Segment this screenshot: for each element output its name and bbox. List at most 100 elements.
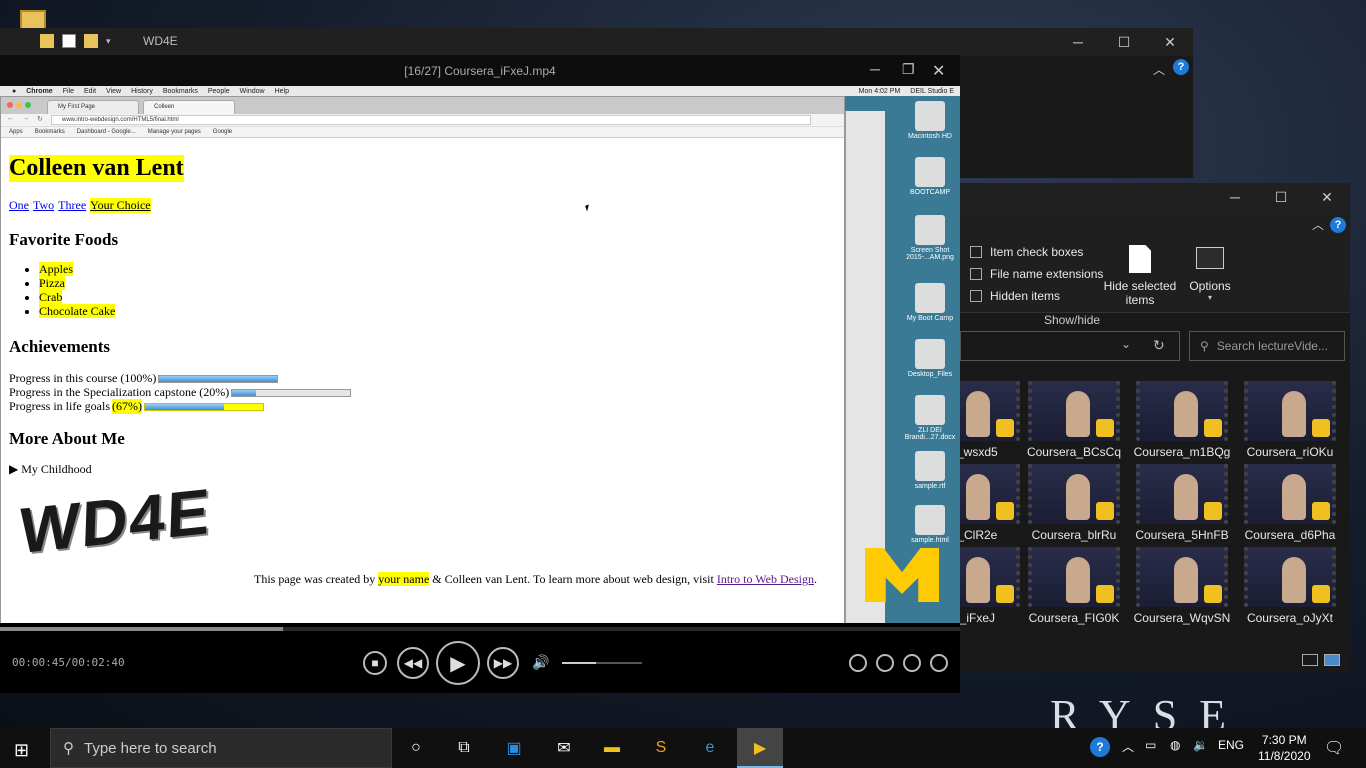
sublime-text-icon[interactable]: S (649, 736, 673, 760)
volume-tray-icon[interactable]: 🔉 (1193, 738, 1208, 752)
edge-icon[interactable]: e (698, 736, 722, 760)
properties-icon[interactable] (62, 34, 76, 48)
mac-desktop-icon: Macintosh HD (900, 101, 960, 140)
cortana-icon[interactable]: ○ (404, 736, 428, 760)
maximize-button[interactable]: ☐ (1101, 28, 1147, 56)
player-badge-icon (1204, 585, 1222, 603)
video-thumbnail[interactable]: Coursera_5HnFB (1132, 464, 1232, 542)
thumbnail-image (1028, 464, 1120, 524)
search-input[interactable]: ⚲ Search lectureVide... (1189, 331, 1345, 361)
taskbar-clock[interactable]: 7:30 PM 11/8/2020 (1258, 732, 1311, 764)
stop-button[interactable]: ■ (363, 651, 387, 675)
video-thumbnail[interactable]: Coursera_WqvSN (1132, 547, 1232, 625)
browser-tab: My First Page (47, 100, 139, 114)
mail-icon[interactable]: ✉ (552, 736, 576, 760)
menu-item: File (62, 87, 74, 95)
video-thumbnail[interactable]: Coursera_oJyXt (1240, 547, 1340, 625)
explorer-titlebar[interactable]: ▾ WD4E ─ ☐ ✕ (0, 28, 1193, 56)
forward-icon: → (22, 115, 29, 122)
video-thumbnail[interactable]: Coursera_riOKu (1240, 381, 1340, 459)
help-icon[interactable]: ? (1330, 217, 1346, 233)
capture-icon[interactable] (849, 654, 867, 672)
file-name-extensions-toggle[interactable]: File name extensions (970, 267, 1103, 281)
menu-item: Chrome (26, 87, 53, 95)
close-button[interactable]: ✕ (1304, 183, 1350, 211)
video-thumbnail[interactable]: Coursera_blrRu (1024, 464, 1124, 542)
hidden-items-toggle[interactable]: Hidden items (970, 289, 1060, 303)
nav-link-your-choice: Your Choice (90, 198, 151, 213)
footer-text: & Colleen van Lent. To learn more about … (429, 572, 717, 586)
video-thumbnail[interactable]: Coursera_BCsCq (1024, 381, 1124, 459)
seek-bar[interactable] (0, 627, 960, 631)
list-item: Chocolate Cake (39, 304, 116, 318)
details-view-icon[interactable] (1302, 654, 1318, 666)
address-bar[interactable] (960, 331, 1180, 361)
thumbnail-caption: Coursera_WqvSN (1133, 611, 1231, 625)
hide-selected-items-button[interactable]: Hide selected items (1100, 245, 1180, 307)
playlist-icon[interactable] (903, 654, 921, 672)
player-badge-icon (996, 419, 1014, 437)
notifications-icon[interactable]: 🗨 (1324, 738, 1344, 758)
new-folder-icon[interactable] (84, 34, 98, 48)
mac-desktop-icon: BOOTCAMP (900, 157, 960, 196)
fullscreen-icon[interactable] (930, 654, 948, 672)
minimize-button[interactable]: ─ (870, 61, 880, 77)
play-button[interactable]: ▶ (436, 641, 480, 685)
help-icon[interactable]: ? (1173, 59, 1189, 75)
folder-icon[interactable] (40, 34, 54, 48)
progress-bar (144, 402, 264, 411)
menu-item: History (131, 87, 153, 95)
task-view-icon[interactable]: ⧉ (452, 736, 476, 760)
progress-row: Progress in the Specialization capstone … (9, 385, 352, 400)
bookmark-item: Apps (9, 129, 23, 135)
show-hidden-icons[interactable]: ︿ (1122, 738, 1134, 755)
maximize-button[interactable]: ☐ (1258, 183, 1304, 211)
minimize-button[interactable]: ─ (1212, 183, 1258, 211)
language-indicator[interactable]: ENG (1218, 738, 1244, 752)
taskbar-search[interactable]: ⚲ Type here to search (50, 728, 392, 768)
restore-button[interactable]: ❐ (902, 61, 915, 78)
nav-link-three: Three (58, 198, 87, 212)
dropdown-icon[interactable]: ▾ (106, 36, 111, 47)
chrome-window: My First Page Colleen ← → ↻ www.intro-we… (0, 96, 845, 623)
volume-icon[interactable]: 🔊 (532, 654, 549, 671)
thumbnail-caption: Coursera_d6Pha (1244, 528, 1336, 542)
network-icon[interactable]: ◍ (1170, 738, 1180, 752)
settings-icon[interactable] (876, 654, 894, 672)
help-tray-icon[interactable]: ? (1090, 737, 1110, 757)
options-button[interactable]: Options ▾ (1184, 247, 1236, 302)
store-icon[interactable]: ▣ (502, 736, 526, 760)
minimize-button[interactable]: ─ (1055, 28, 1101, 56)
file-icon (915, 451, 945, 481)
file-icon (915, 339, 945, 369)
ribbon-collapse-icon[interactable]: ︿ (1312, 216, 1324, 233)
explorer-front-titlebar[interactable]: ─ ☐ ✕ (960, 183, 1350, 213)
ribbon-collapse-icon[interactable]: ︿ (1153, 61, 1165, 78)
url-bar: www.intro-webdesign.com/HTML5/final.html (51, 115, 811, 125)
close-button[interactable]: ✕ (932, 61, 945, 81)
fast-forward-button[interactable]: ▶▶ (487, 647, 519, 679)
checkbox[interactable] (970, 290, 982, 302)
chevron-down-icon[interactable]: ⌄ (1121, 337, 1131, 351)
video-thumbnail[interactable]: Coursera_FIG0K (1024, 547, 1124, 625)
search-placeholder: Search lectureVide... (1216, 339, 1328, 353)
windows-start-icon[interactable]: ⊞ (14, 740, 29, 761)
checkbox[interactable] (970, 246, 982, 258)
progress-highlight: (67%) (112, 399, 142, 414)
close-button[interactable]: ✕ (1147, 28, 1193, 56)
refresh-icon[interactable]: ↻ (1153, 337, 1165, 354)
player-titlebar[interactable]: [16/27] Coursera_iFxeJ.mp4 ─ ❐ ✕ (0, 55, 960, 86)
video-thumbnail[interactable]: Coursera_m1BQg (1132, 381, 1232, 459)
player-title: [16/27] Coursera_iFxeJ.mp4 (404, 64, 556, 78)
progress-bar (158, 374, 279, 383)
volume-slider[interactable] (562, 662, 642, 664)
item-check-boxes-toggle[interactable]: Item check boxes (970, 245, 1083, 259)
battery-icon[interactable]: ▭ (1145, 738, 1156, 752)
rewind-button[interactable]: ◀◀ (397, 647, 429, 679)
tab-strip: My First Page Colleen (1, 97, 844, 114)
thumbnail-caption: Coursera_blrRu (1031, 528, 1117, 542)
file-explorer-icon[interactable]: ▬ (600, 736, 624, 760)
checkbox[interactable] (970, 268, 982, 280)
video-thumbnail[interactable]: Coursera_d6Pha (1240, 464, 1340, 542)
large-icons-view-icon[interactable] (1324, 654, 1340, 666)
